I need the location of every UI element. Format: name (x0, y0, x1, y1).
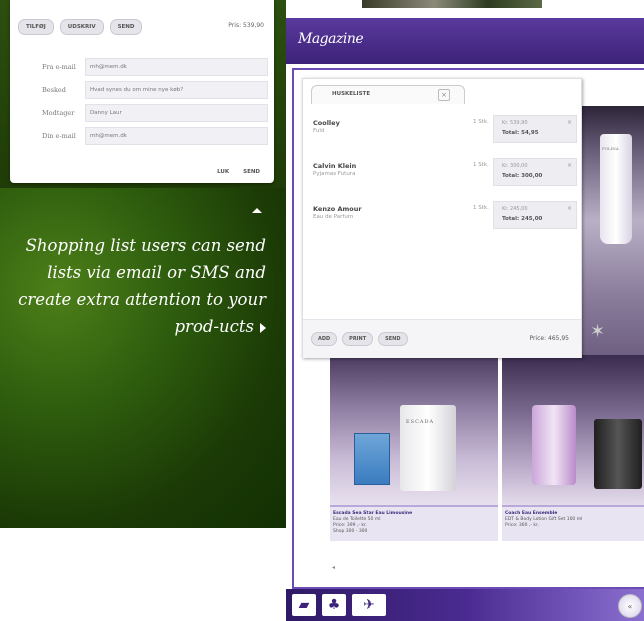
form-row-recipient: Modtager Danny Laur (42, 101, 268, 124)
bottle-label: ESCADA (406, 419, 435, 425)
promo-panel: Shopping list users can send lists via e… (0, 188, 286, 528)
item-qty[interactable]: 1 Stk. (473, 205, 489, 211)
item-sub: Fuld (313, 128, 325, 134)
close-icon[interactable]: × (438, 89, 450, 101)
email-form: Fra e-mail mh@mem.dk Besked Hvad synes d… (42, 55, 268, 147)
shop-icon[interactable]: ✈ (352, 594, 386, 616)
promo-text: Shopping list users can send lists via e… (8, 232, 266, 340)
email-share-card: TILFØJ UDSKRIV SEND Pris: 539,90 Fra e-m… (10, 0, 274, 183)
message-field[interactable]: Hvad synes du om mine nye køb? (85, 80, 268, 99)
pointer-arrow-icon (252, 208, 262, 213)
collapse-icon[interactable]: « (618, 594, 642, 618)
from-email-field[interactable]: mh@mem.dk (85, 57, 268, 76)
item-name: Coolley (313, 119, 340, 127)
list-footer: ADD PRINT SEND Price: 465,95 (303, 319, 581, 358)
item-price-box: Kr. 300,00 Total: 300,00 × (493, 158, 577, 186)
black-jar (594, 419, 642, 489)
form-row-your-email: Din e-mail mh@mem.dk (42, 124, 268, 147)
product-image-escada[interactable]: ESCADA (330, 355, 498, 505)
close-button[interactable]: LUK (217, 169, 229, 175)
email-card-price: Pris: 539,90 (228, 22, 264, 29)
top-image-peek (362, 0, 542, 8)
item-total: Total: 245,00 (502, 216, 543, 222)
tab-print[interactable]: UDSKRIV (59, 19, 104, 35)
product-caption[interactable]: Coach Eau Ensemble EDT & Body Lotion Gif… (502, 505, 644, 541)
recipient-field[interactable]: Danny Laur (85, 103, 268, 122)
remove-item-icon[interactable]: × (567, 162, 572, 169)
list-tab-label: HUSKELISTE (332, 91, 371, 97)
item-total: Total: 54,95 (502, 130, 539, 136)
item-total: Total: 300,00 (502, 173, 543, 179)
send-list-button[interactable]: SEND (378, 332, 408, 346)
product-caption[interactable]: Escada Sea Star Eau Limousine Eau de Toi… (330, 505, 498, 541)
star-icon: ✶ (590, 321, 606, 342)
caption-line: Shop 300 - 300 (333, 529, 368, 534)
your-email-field[interactable]: mh@mem.dk (85, 126, 268, 145)
form-row-message: Besked Hvad synes du om mine nye køb? (42, 78, 268, 101)
item-unit-price: Kr. 300,00 (502, 163, 528, 169)
remove-item-icon[interactable]: × (567, 119, 572, 126)
product-grid: ESCADA Escada Sea Star Eau Limousine Eau… (330, 355, 644, 550)
tube-label: FOLINA (602, 146, 619, 151)
remove-item-icon[interactable]: × (567, 205, 572, 212)
message-label: Besked (42, 85, 66, 94)
app-footer: ▰ ♣ ✈ « (286, 589, 644, 621)
form-row-from: Fra e-mail mh@mem.dk (42, 55, 268, 78)
item-qty[interactable]: 1 Stk. (473, 162, 489, 168)
shopping-list-panel: HUSKELISTE × Coolley Fuld 1 Stk. Kr. 539… (302, 78, 582, 358)
caption-line: Price: 360 ,- kr. (505, 523, 539, 528)
item-price-box: Kr. 245,00 Total: 245,00 × (493, 201, 577, 229)
add-button[interactable]: ADD (311, 332, 338, 346)
list-actions: ADD PRINT SEND (311, 332, 408, 346)
item-sub: Pyjamas Futura (313, 171, 356, 177)
app-header: Magazine (286, 18, 644, 64)
item-sub: Eau de Parfum (313, 214, 354, 220)
promo-copy: Shopping list users can send lists via e… (18, 236, 266, 336)
back-arrow-icon[interactable]: ◂ (332, 564, 335, 571)
item-name: Kenzo Amour (313, 205, 362, 213)
notes-icon[interactable]: ▰ (292, 594, 316, 616)
recipient-label: Modtager (42, 108, 75, 117)
play-arrow-icon (260, 322, 266, 333)
your-email-label: Din e-mail (42, 131, 76, 140)
list-item: Calvin Klein Pyjamas Futura 1 Stk. Kr. 3… (303, 156, 581, 199)
item-price-box: Kr. 539,90 Total: 54,95 × (493, 115, 577, 143)
item-unit-price: Kr. 245,00 (502, 206, 528, 212)
from-label: Fra e-mail (42, 62, 76, 71)
item-name: Calvin Klein (313, 162, 357, 170)
white-bottle (400, 405, 456, 491)
item-qty[interactable]: 1 Stk. (473, 119, 489, 125)
tab-add[interactable]: TILFØJ (18, 19, 54, 35)
tab-send[interactable]: SEND (109, 19, 143, 35)
email-card-actions: LUK SEND (217, 169, 260, 175)
magazine-app: Magazine FOLINA ✶ ESCADA Escada Sea Star… (286, 18, 644, 621)
list-items: Coolley Fuld 1 Stk. Kr. 539,90 Total: 54… (303, 113, 581, 242)
email-card-tabs: TILFØJ UDSKRIV SEND (18, 19, 143, 35)
app-logo: Magazine (298, 31, 364, 47)
print-button[interactable]: PRINT (342, 332, 374, 346)
item-unit-price: Kr. 539,90 (502, 120, 528, 126)
list-item: Coolley Fuld 1 Stk. Kr. 539,90 Total: 54… (303, 113, 581, 156)
product-image-coach[interactable] (502, 355, 644, 505)
pink-bottle (532, 405, 576, 485)
share-icon[interactable]: ♣ (322, 594, 346, 616)
list-item: Kenzo Amour Eau de Parfum 1 Stk. Kr. 245… (303, 199, 581, 242)
list-total-price: Price: 465,95 (529, 335, 569, 342)
send-button[interactable]: SEND (243, 169, 260, 175)
blue-bottle (354, 433, 390, 485)
list-tab[interactable]: HUSKELISTE × (311, 85, 465, 104)
